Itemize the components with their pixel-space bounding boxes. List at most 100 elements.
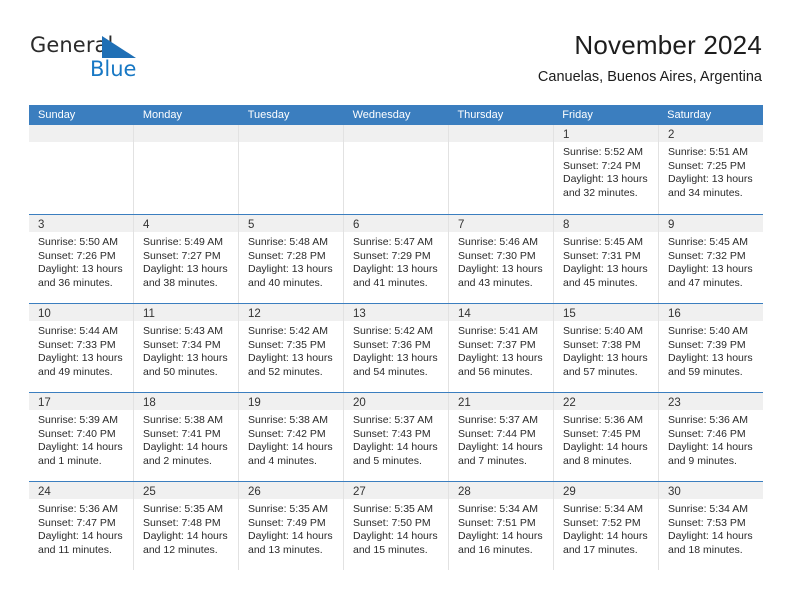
calendar-day-cell[interactable]: 8 Sunrise: 5:45 AM Sunset: 7:31 PM Daylight… [554,215,659,303]
calendar-day-cell[interactable]: 10 Sunrise: 5:44 AM Sunset: 7:33 PM Dayligh… [29,304,134,392]
calendar-day-cell[interactable]: 27 Sunrise: 5:35 AM Sunset: 7:50 PM Dayligh… [344,482,449,570]
day-detail-line: Sunset: 7:48 PM [143,516,221,529]
calendar-day-cell[interactable]: 7 Sunrise: 5:46 AM Sunset: 7:30 PM Daylight… [449,215,554,303]
day-number: 10 [38,308,51,320]
day-details: Sunrise: 5:40 AM Sunset: 7:39 PM Daylight:… [659,321,763,379]
day-detail-line: Sunrise: 5:38 AM [248,414,328,426]
day-detail-line: Sunrise: 5:48 AM [248,236,328,248]
day-detail-line: and 17 minutes. [563,543,638,556]
calendar-day-cell[interactable]: 13 Sunrise: 5:42 AM Sunset: 7:36 PM Dayligh… [344,304,449,392]
day-number: 12 [248,308,261,320]
calendar-day-cell[interactable]: 2 Sunrise: 5:51 AM Sunset: 7:25 PM Daylight… [659,125,763,214]
calendar-day-cell[interactable]: 18 Sunrise: 5:38 AM Sunset: 7:41 PM Dayligh… [134,393,239,481]
calendar-day-cell[interactable]: 25 Sunrise: 5:35 AM Sunset: 7:48 PM Dayligh… [134,482,239,570]
day-detail-line: and 1 minute. [38,454,102,467]
calendar-day-cell[interactable]: 19 Sunrise: 5:38 AM Sunset: 7:42 PM Dayligh… [239,393,344,481]
day-number: 3 [38,219,45,231]
day-detail-line: Daylight: 13 hours [38,263,123,276]
day-detail-line: Daylight: 13 hours [38,352,123,365]
day-number-band: 10 [29,304,133,321]
day-details: Sunrise: 5:46 AM Sunset: 7:30 PM Daylight:… [449,232,553,290]
day-number: 1 [563,129,570,141]
calendar-week-row: 24 Sunrise: 5:36 AM Sunset: 7:47 PM Dayligh… [29,481,763,570]
day-detail-line: Sunrise: 5:40 AM [668,325,748,337]
day-detail-line: Daylight: 14 hours [143,530,228,543]
day-detail-line: and 12 minutes. [143,543,218,556]
calendar-day-cell[interactable]: 11 Sunrise: 5:43 AM Sunset: 7:34 PM Dayligh… [134,304,239,392]
day-detail-line: Daylight: 14 hours [458,530,543,543]
calendar-day-cell[interactable]: 5 Sunrise: 5:48 AM Sunset: 7:28 PM Daylight… [239,215,344,303]
day-detail-line: Sunset: 7:52 PM [563,516,641,529]
calendar-day-cell[interactable]: 1 Sunrise: 5:52 AM Sunset: 7:24 PM Daylight… [554,125,659,214]
day-detail-line: Sunset: 7:38 PM [563,338,641,351]
day-details: Sunrise: 5:36 AM Sunset: 7:47 PM Daylight:… [29,499,133,557]
day-detail-line: and 36 minutes. [38,276,113,289]
day-detail-line: and 52 minutes. [248,365,323,378]
day-detail-line: Daylight: 14 hours [38,441,123,454]
calendar-day-cell[interactable]: 12 Sunrise: 5:42 AM Sunset: 7:35 PM Dayligh… [239,304,344,392]
day-detail-line: Sunset: 7:32 PM [668,249,746,262]
day-detail-line: Sunrise: 5:52 AM [563,146,643,158]
day-detail-line: and 8 minutes. [563,454,632,467]
day-number: 23 [668,397,681,409]
day-detail-line: Sunrise: 5:44 AM [38,325,118,337]
calendar-day-cell[interactable]: 23 Sunrise: 5:36 AM Sunset: 7:46 PM Dayligh… [659,393,763,481]
calendar-week-row: 17 Sunrise: 5:39 AM Sunset: 7:40 PM Dayligh… [29,392,763,481]
day-detail-line: Daylight: 14 hours [458,441,543,454]
day-detail-line: Daylight: 14 hours [563,441,648,454]
calendar-day-cell[interactable]: 22 Sunrise: 5:36 AM Sunset: 7:45 PM Dayligh… [554,393,659,481]
day-detail-line: Sunrise: 5:36 AM [38,503,118,515]
calendar-day-cell[interactable]: 14 Sunrise: 5:41 AM Sunset: 7:37 PM Dayligh… [449,304,554,392]
generalblue-logo[interactable]: General Blue [30,32,160,84]
day-details: Sunrise: 5:51 AM Sunset: 7:25 PM Daylight:… [659,142,763,200]
day-details: Sunrise: 5:49 AM Sunset: 7:27 PM Daylight:… [134,232,238,290]
day-detail-line: and 54 minutes. [353,365,428,378]
calendar-day-cell[interactable]: 17 Sunrise: 5:39 AM Sunset: 7:40 PM Dayligh… [29,393,134,481]
calendar-day-cell[interactable]: 30 Sunrise: 5:34 AM Sunset: 7:53 PM Dayligh… [659,482,763,570]
calendar-day-cell[interactable]: 4 Sunrise: 5:49 AM Sunset: 7:27 PM Daylight… [134,215,239,303]
title-block: November 2024 Canuelas, Buenos Aires, Ar… [538,28,762,88]
day-number-band: 27 [344,482,448,499]
day-detail-line: and 40 minutes. [248,276,323,289]
calendar-day-cell[interactable]: 29 Sunrise: 5:34 AM Sunset: 7:52 PM Dayligh… [554,482,659,570]
day-detail-line: and 2 minutes. [143,454,212,467]
day-detail-line: Sunset: 7:28 PM [248,249,326,262]
day-detail-line: Sunrise: 5:38 AM [143,414,223,426]
calendar-day-cell[interactable]: 24 Sunrise: 5:36 AM Sunset: 7:47 PM Dayligh… [29,482,134,570]
day-number-band: 7 [449,215,553,232]
day-number: 4 [143,219,150,231]
day-number-band: 5 [239,215,343,232]
day-details: Sunrise: 5:36 AM Sunset: 7:46 PM Daylight:… [659,410,763,468]
day-detail-line: Sunset: 7:42 PM [248,427,326,440]
day-number-band: 25 [134,482,238,499]
day-detail-line: Daylight: 13 hours [143,352,228,365]
calendar-week-row: 10 Sunrise: 5:44 AM Sunset: 7:33 PM Dayligh… [29,303,763,392]
day-number: 27 [353,486,366,498]
weekday-header-thursday: Thursday [457,109,504,121]
calendar-day-cell[interactable]: 6 Sunrise: 5:47 AM Sunset: 7:29 PM Daylight… [344,215,449,303]
calendar-day-cell[interactable]: 21 Sunrise: 5:37 AM Sunset: 7:44 PM Dayligh… [449,393,554,481]
calendar-day-cell[interactable]: 9 Sunrise: 5:45 AM Sunset: 7:32 PM Daylight… [659,215,763,303]
day-details: Sunrise: 5:41 AM Sunset: 7:37 PM Daylight:… [449,321,553,379]
day-details: Sunrise: 5:38 AM Sunset: 7:41 PM Daylight:… [134,410,238,468]
day-number: 16 [668,308,681,320]
day-number: 2 [668,129,675,141]
day-detail-line: and 41 minutes. [353,276,428,289]
calendar-day-cell[interactable]: 28 Sunrise: 5:34 AM Sunset: 7:51 PM Dayligh… [449,482,554,570]
day-details: Sunrise: 5:37 AM Sunset: 7:44 PM Daylight:… [449,410,553,468]
day-detail-line: Sunset: 7:43 PM [353,427,431,440]
day-detail-line: Daylight: 14 hours [353,441,438,454]
calendar-day-cell[interactable]: 15 Sunrise: 5:40 AM Sunset: 7:38 PM Dayligh… [554,304,659,392]
calendar-day-cell[interactable]: 16 Sunrise: 5:40 AM Sunset: 7:39 PM Dayligh… [659,304,763,392]
calendar-day-cell[interactable]: 20 Sunrise: 5:37 AM Sunset: 7:43 PM Dayligh… [344,393,449,481]
calendar-day-cell[interactable]: 26 Sunrise: 5:35 AM Sunset: 7:49 PM Dayligh… [239,482,344,570]
day-detail-line: Sunrise: 5:42 AM [353,325,433,337]
day-details: Sunrise: 5:35 AM Sunset: 7:49 PM Daylight:… [239,499,343,557]
day-detail-line: and 47 minutes. [668,276,743,289]
calendar-page: General Blue November 2024 Canuelas, Bue… [0,0,792,612]
day-number-band: 8 [554,215,658,232]
day-details: Sunrise: 5:47 AM Sunset: 7:29 PM Daylight:… [344,232,448,290]
calendar-day-cell[interactable]: 3 Sunrise: 5:50 AM Sunset: 7:26 PM Daylight… [29,215,134,303]
weekday-header-sunday: Sunday [38,109,76,121]
day-details: Sunrise: 5:42 AM Sunset: 7:35 PM Daylight:… [239,321,343,379]
